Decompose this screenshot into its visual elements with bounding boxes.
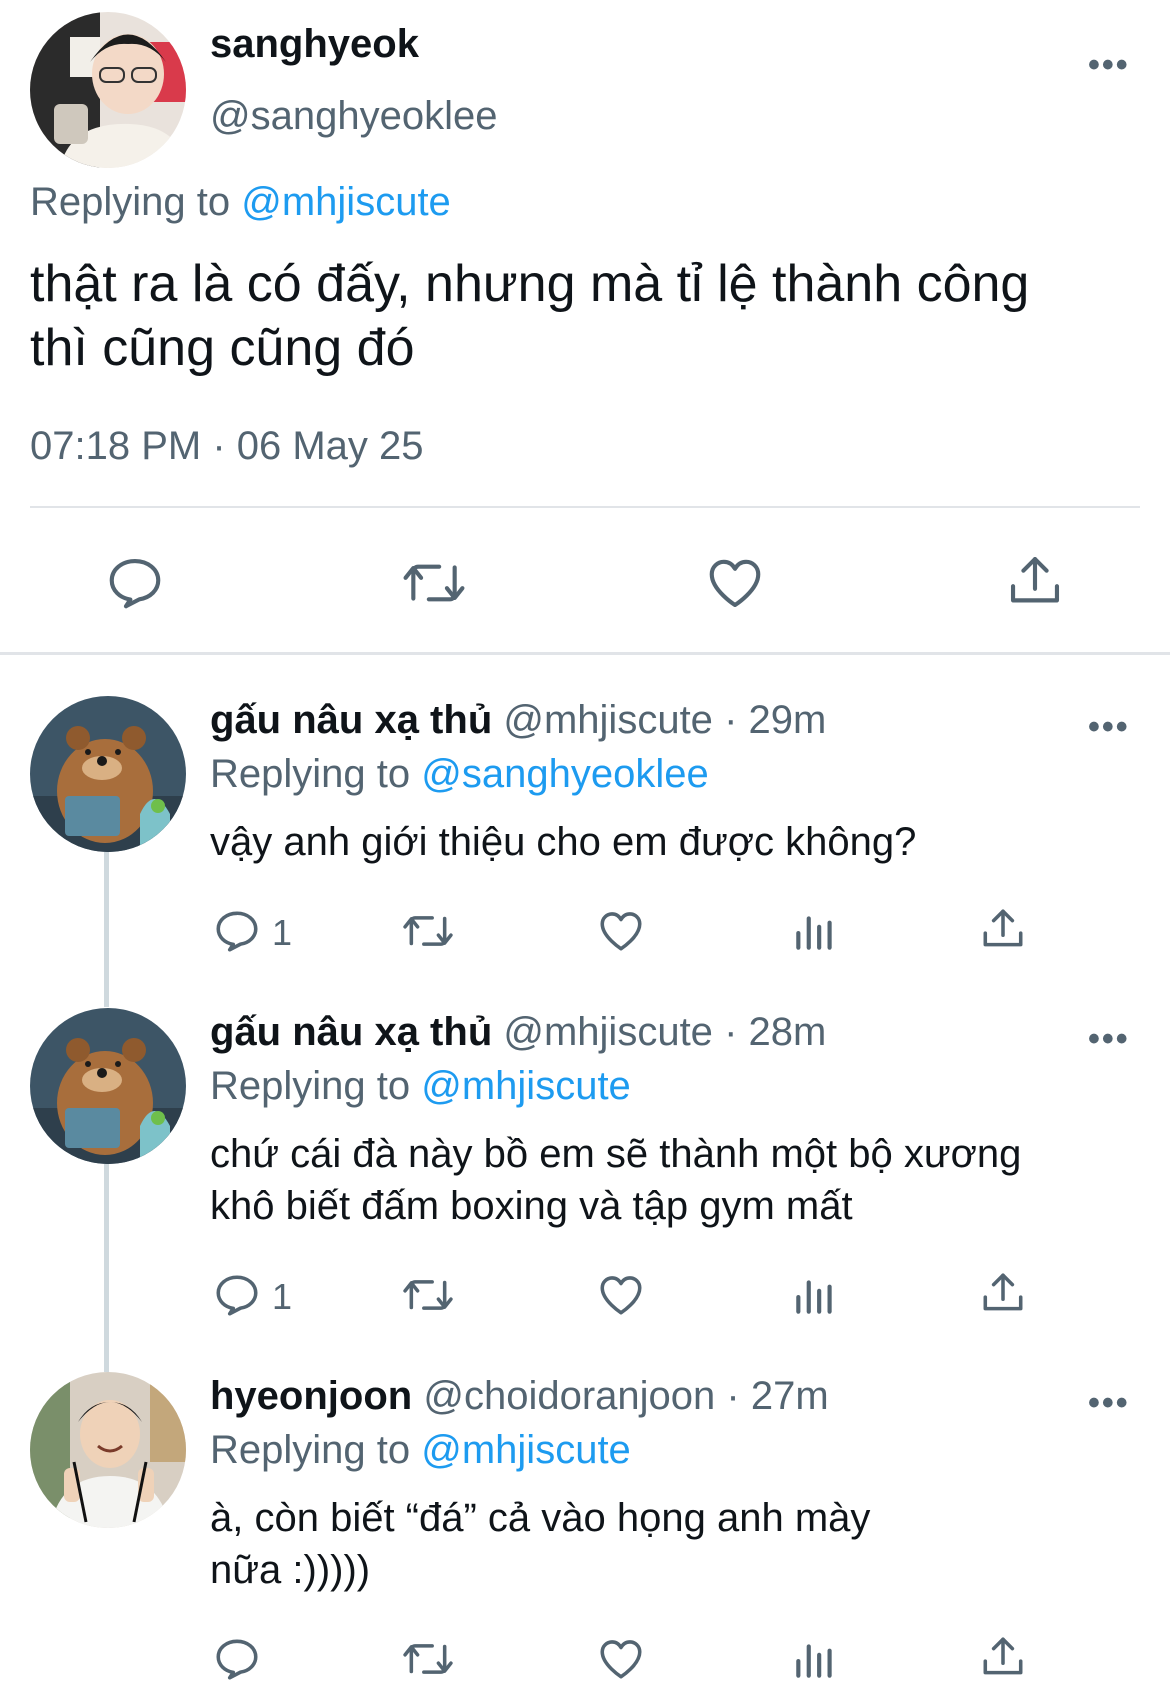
tweet-text-line-2: thì cũng cũng đó — [30, 319, 415, 377]
replying-to-label: Replying to — [30, 180, 231, 224]
share-icon[interactable] — [978, 904, 1028, 954]
like-icon[interactable] — [596, 1634, 646, 1684]
views-icon[interactable] — [790, 1634, 840, 1684]
replying-to-link[interactable]: @mhjiscute — [241, 180, 451, 224]
author-name[interactable]: sanghyeok — [210, 22, 419, 67]
share-icon[interactable] — [978, 1632, 1028, 1682]
author-name[interactable]: gấu nâu xạ thủ — [210, 1010, 492, 1054]
avatar[interactable] — [30, 696, 186, 852]
author-name[interactable]: gấu nâu xạ thủ — [210, 698, 492, 742]
avatar-photo-icon — [30, 12, 186, 168]
share-icon[interactable] — [978, 1268, 1028, 1318]
reply-text-line-2: nữa :))))) — [210, 1548, 371, 1592]
reply-text-line-2: khô biết đấm boxing và tập gym mất — [210, 1184, 853, 1228]
like-icon[interactable] — [704, 552, 766, 614]
avatar[interactable] — [30, 12, 186, 168]
more-icon[interactable]: ••• — [1088, 1022, 1130, 1056]
replying-to-label: Replying to — [210, 1428, 411, 1472]
replying-to-line: Replying to @sanghyeoklee — [210, 752, 709, 797]
reply-time[interactable]: · 27m — [726, 1374, 828, 1418]
reply-icon[interactable] — [212, 1270, 262, 1320]
views-icon[interactable] — [790, 906, 840, 956]
replying-to-label: Replying to — [210, 1064, 411, 1108]
retweet-icon[interactable] — [400, 1270, 456, 1320]
replying-to-link[interactable]: @mhjiscute — [421, 1428, 631, 1472]
share-icon[interactable] — [1004, 550, 1066, 612]
reply-icon[interactable] — [212, 1634, 262, 1684]
bear-avatar-icon — [30, 696, 186, 852]
person-avatar-icon — [30, 1372, 186, 1528]
reply-count: 1 — [272, 1276, 293, 1317]
replying-to-link[interactable]: @sanghyeoklee — [421, 752, 708, 796]
replying-to-line: Replying to @mhjiscute — [210, 1064, 631, 1109]
author-name[interactable]: hyeonjoon — [210, 1374, 412, 1418]
section-divider — [0, 652, 1170, 655]
author-handle[interactable]: @choidoranjoon — [423, 1374, 715, 1418]
retweet-icon[interactable] — [400, 1634, 456, 1684]
replying-to-line: Replying to @mhjiscute — [30, 180, 451, 225]
avatar[interactable] — [30, 1008, 186, 1164]
author-handle[interactable]: @mhjiscute — [503, 698, 713, 742]
reply-count: 1 — [272, 912, 293, 953]
thread-line — [104, 852, 109, 1007]
more-icon[interactable]: ••• — [1088, 1386, 1130, 1420]
replying-to-link[interactable]: @mhjiscute — [421, 1064, 631, 1108]
avatar[interactable] — [30, 1372, 186, 1528]
tweet-text-line-1: thật ra là có đấy, nhưng mà tỉ lệ thành … — [30, 255, 1030, 313]
tweet-timestamp[interactable]: 07:18 PM · 06 May 25 — [30, 424, 424, 469]
reply-icon[interactable] — [104, 552, 166, 614]
bear-avatar-icon — [30, 1008, 186, 1164]
retweet-icon[interactable] — [400, 906, 456, 956]
more-icon[interactable]: ••• — [1088, 710, 1130, 744]
reply-text-line-1: vậy anh giới thiệu cho em được không? — [210, 820, 917, 864]
reply-text-line-1: chứ cái đà này bồ em sẽ thành một bộ xươ… — [210, 1132, 1022, 1176]
retweet-icon[interactable] — [400, 552, 468, 614]
reply-header: gấu nâu xạ thủ @mhjiscute · 28m — [210, 1010, 826, 1055]
thread-line — [104, 1164, 109, 1372]
reply-time[interactable]: · 28m — [724, 1010, 826, 1054]
replying-to-label: Replying to — [210, 752, 411, 796]
author-handle[interactable]: @sanghyeoklee — [210, 94, 497, 139]
replying-to-line: Replying to @mhjiscute — [210, 1428, 631, 1473]
reply-header: gấu nâu xạ thủ @mhjiscute · 29m — [210, 698, 826, 743]
reply-header: hyeonjoon @choidoranjoon · 27m — [210, 1374, 829, 1419]
more-icon[interactable]: ••• — [1088, 48, 1130, 82]
reply-icon[interactable] — [212, 906, 262, 956]
like-icon[interactable] — [596, 1270, 646, 1320]
views-icon[interactable] — [790, 1270, 840, 1320]
author-handle[interactable]: @mhjiscute — [503, 1010, 713, 1054]
divider — [30, 506, 1140, 508]
reply-text-line-1: à, còn biết “đá” cả vào họng anh mày — [210, 1496, 871, 1540]
like-icon[interactable] — [596, 906, 646, 956]
reply-time[interactable]: · 29m — [724, 698, 826, 742]
